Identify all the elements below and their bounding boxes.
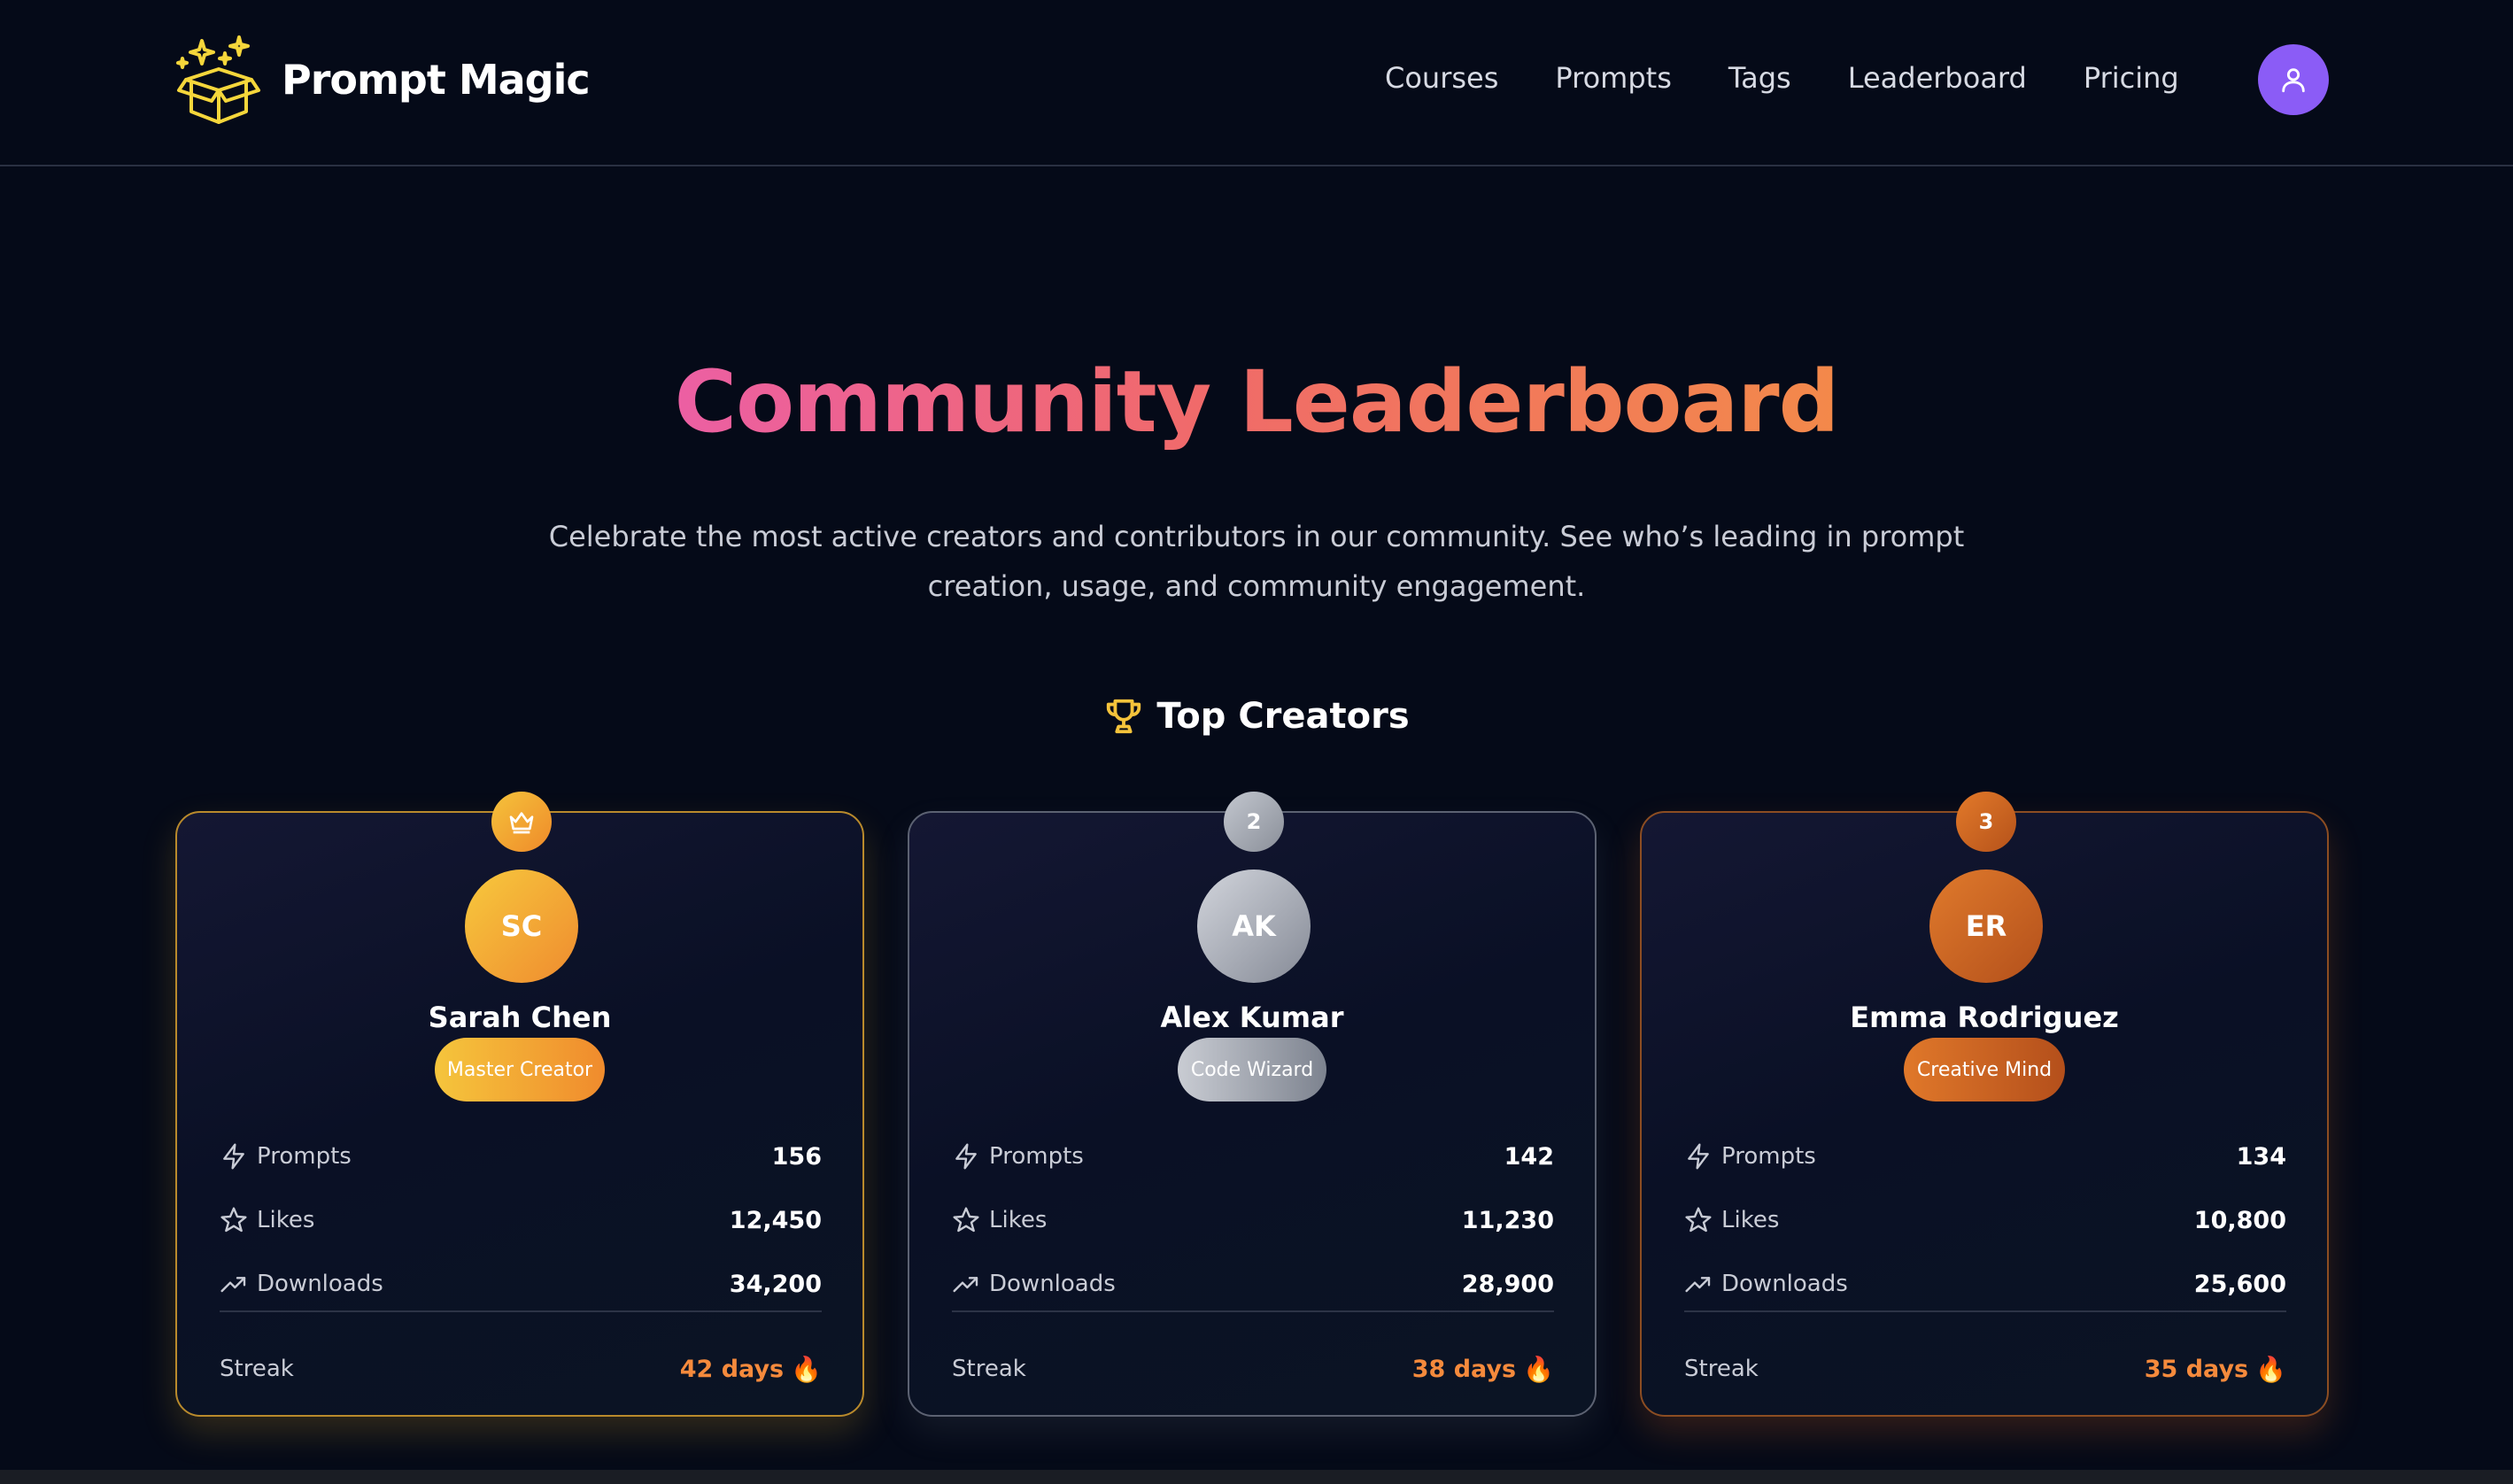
stat-downloads: Downloads 28,900 <box>952 1264 1554 1303</box>
trending-up-icon <box>1685 1277 1711 1293</box>
trending-up-icon <box>220 1277 246 1293</box>
page-title: Community Leaderboard <box>674 352 1840 452</box>
stat-value: 156 <box>771 1142 822 1171</box>
nav-courses[interactable]: Courses <box>1385 61 1498 95</box>
fire-icon: 🔥 <box>2255 1354 2286 1384</box>
creator-title-badge: Code Wizard <box>1178 1038 1326 1101</box>
creator-title-badge: Master Creator <box>435 1038 605 1101</box>
stat-label: Likes <box>257 1207 315 1233</box>
fire-icon: 🔥 <box>1523 1354 1554 1384</box>
fire-icon: 🔥 <box>791 1354 822 1384</box>
stat-value: 25,600 <box>2193 1270 2286 1298</box>
creator-card-1[interactable]: SC Sarah Chen Master Creator Prompts 156… <box>175 792 864 1417</box>
stat-streak: Streak 35 days 🔥 <box>1684 1351 2286 1387</box>
section-title: Top Creators <box>1156 696 1410 737</box>
avatar: AK <box>1197 870 1311 983</box>
streak-label: Streak <box>1684 1356 1759 1382</box>
stat-label: Likes <box>1721 1207 1780 1233</box>
stat-streak: Streak 42 days 🔥 <box>220 1351 822 1387</box>
stat-streak: Streak 38 days 🔥 <box>952 1351 1554 1387</box>
brand-logo[interactable]: Prompt Magic <box>175 34 591 126</box>
streak-value: 35 days <box>2144 1355 2249 1383</box>
stat-value: 28,900 <box>1461 1270 1554 1298</box>
nav-leaderboard[interactable]: Leaderboard <box>1848 61 2027 95</box>
stat-value: 134 <box>2236 1142 2286 1171</box>
stat-prompts: Prompts 142 <box>952 1137 1554 1176</box>
star-icon <box>220 1207 247 1233</box>
lightning-icon <box>955 1143 977 1170</box>
stat-label: Downloads <box>1721 1271 1848 1297</box>
stat-value: 34,200 <box>729 1270 822 1298</box>
brand-name: Prompt Magic <box>282 56 591 104</box>
creator-name: Alex Kumar <box>1160 1001 1344 1034</box>
divider <box>1684 1310 2286 1312</box>
streak-value: 42 days <box>679 1355 785 1383</box>
divider <box>952 1310 1554 1312</box>
stat-label: Downloads <box>257 1271 383 1297</box>
stat-label: Prompts <box>257 1143 352 1170</box>
page-subtitle: Celebrate the most active creators and c… <box>548 512 1965 611</box>
creator-card-2[interactable]: 2 AK Alex Kumar Code Wizard Prompts 142 … <box>908 792 1597 1417</box>
lightning-icon <box>223 1143 244 1170</box>
stat-downloads: Downloads 34,200 <box>220 1264 822 1303</box>
avatar: ER <box>1929 870 2043 983</box>
nav-pricing[interactable]: Pricing <box>2084 61 2179 95</box>
creator-name: Sarah Chen <box>428 1001 612 1034</box>
streak-label: Streak <box>952 1356 1026 1382</box>
stat-label: Prompts <box>989 1143 1084 1170</box>
stat-value: 11,230 <box>1461 1206 1554 1234</box>
stat-label: Prompts <box>1721 1143 1816 1170</box>
top-navbar: Prompt Magic Courses Prompts Tags Leader… <box>0 0 2513 166</box>
creator-title-badge: Creative Mind <box>1904 1038 2065 1101</box>
trophy-icon <box>1107 699 1141 734</box>
streak-label: Streak <box>220 1356 294 1382</box>
stat-likes: Likes 12,450 <box>220 1201 822 1240</box>
stat-downloads: Downloads 25,600 <box>1684 1264 2286 1303</box>
avatar: SC <box>465 870 578 983</box>
streak-value: 38 days <box>1411 1355 1517 1383</box>
star-icon <box>1685 1207 1712 1233</box>
bottom-edge-bar <box>0 1470 2513 1484</box>
profile-button[interactable] <box>2258 44 2329 115</box>
section-heading: Top Creators <box>0 696 2513 737</box>
main-nav: Courses Prompts Tags Leaderboard Pricing <box>1385 51 2236 104</box>
subtitle-line-1: Celebrate the most active creators and c… <box>548 520 1965 553</box>
rank-badge-2: 2 <box>1224 792 1284 852</box>
stat-value: 12,450 <box>729 1206 822 1234</box>
stat-likes: Likes 11,230 <box>952 1201 1554 1240</box>
star-icon <box>953 1207 979 1233</box>
nav-tags[interactable]: Tags <box>1728 61 1791 95</box>
trending-up-icon <box>953 1277 978 1293</box>
rank-badge-1 <box>491 792 552 852</box>
stat-likes: Likes 10,800 <box>1684 1201 2286 1240</box>
stat-value: 10,800 <box>2193 1206 2286 1234</box>
stat-prompts: Prompts 134 <box>1684 1137 2286 1176</box>
user-icon <box>2282 68 2305 93</box>
creator-card-3[interactable]: 3 ER Emma Rodriguez Creative Mind Prompt… <box>1640 792 2329 1417</box>
lightning-icon <box>1688 1143 1709 1170</box>
stat-label: Likes <box>989 1207 1048 1233</box>
crown-icon <box>509 812 534 834</box>
subtitle-line-2: creation, usage, and community engagemen… <box>927 569 1586 603</box>
page: Prompt Magic Courses Prompts Tags Leader… <box>0 0 2513 1484</box>
magic-box-icon <box>176 35 260 124</box>
nav-prompts[interactable]: Prompts <box>1555 61 1671 95</box>
stat-label: Downloads <box>989 1271 1116 1297</box>
stat-prompts: Prompts 156 <box>220 1137 822 1176</box>
creator-name: Emma Rodriguez <box>1850 1001 2119 1034</box>
divider <box>220 1310 822 1312</box>
rank-badge-3: 3 <box>1956 792 2016 852</box>
stat-value: 142 <box>1504 1142 1554 1171</box>
